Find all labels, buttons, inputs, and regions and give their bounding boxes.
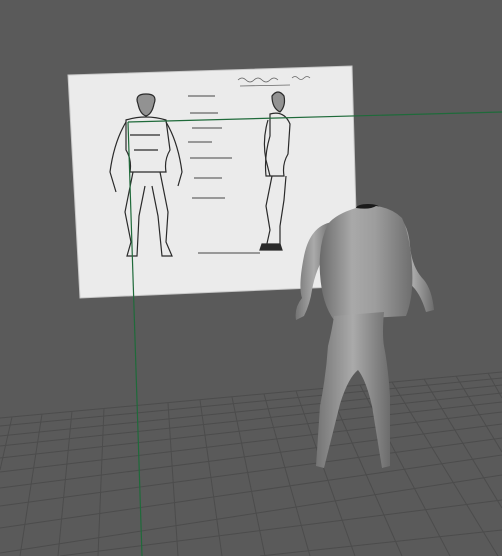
maya-3d-viewport[interactable] [0, 0, 502, 556]
floor-grid [0, 371, 502, 556]
torso [319, 206, 413, 320]
scene-canvas[interactable] [0, 0, 502, 556]
